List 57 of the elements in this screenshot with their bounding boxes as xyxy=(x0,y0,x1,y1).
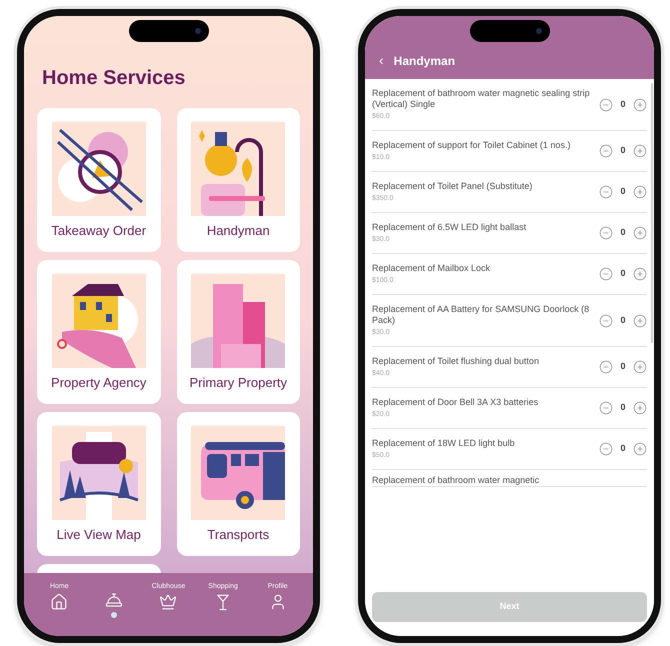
service-label: Primary Property xyxy=(189,376,288,389)
service-label: Handyman xyxy=(206,224,270,237)
quantity-value: 0 xyxy=(620,401,626,414)
screen-title: Handyman xyxy=(394,55,456,67)
increase-button[interactable] xyxy=(633,442,647,456)
service-item-name: Replacement of 18W LED light bulb xyxy=(372,438,516,449)
home-icon xyxy=(50,593,68,611)
crown-icon xyxy=(159,593,178,611)
service-item-name: Replacement of Mailbox Lock xyxy=(372,263,492,274)
quantity-value: 0 xyxy=(620,314,626,327)
increase-button[interactable] xyxy=(633,226,647,240)
increase-button[interactable] xyxy=(633,401,647,415)
camera-icon xyxy=(194,28,200,34)
camera-icon xyxy=(536,28,542,34)
service-item-name: Replacement of support for Toilet Cabinet (1 nos.) xyxy=(372,140,572,151)
quantity-value: 0 xyxy=(620,226,626,240)
quantity-value: 0 xyxy=(620,360,626,374)
service-item-name: Replacement of bathroom water magnetic xyxy=(372,475,540,486)
decrease-button[interactable] xyxy=(599,442,613,456)
decrease-button[interactable] xyxy=(599,185,613,199)
service-label: Live View Map xyxy=(56,528,141,541)
service-label: Transports xyxy=(207,528,270,541)
service-item-name: Replacement of 6.5W LED light ballast xyxy=(372,222,528,233)
back-button[interactable]: ‹ xyxy=(379,53,384,67)
increase-button[interactable] xyxy=(633,314,647,328)
service-label: Property Agency xyxy=(51,376,146,389)
service-card[interactable]: Takeaway Order xyxy=(37,108,160,252)
page-title: Home Services xyxy=(41,68,186,88)
service-item-name: Replacement of bathroom water magnetic sealing strip (Vertical) Single xyxy=(372,88,591,110)
decrease-button[interactable] xyxy=(599,98,613,112)
service-item-name: Replacement of Door Bell 3A X3 batteries xyxy=(372,397,540,408)
service-bell-icon xyxy=(104,591,123,609)
quantity-value: 0 xyxy=(620,98,626,111)
increase-button[interactable] xyxy=(633,185,647,199)
quantity-value: 0 xyxy=(620,442,626,456)
service-item-name: Replacement of Toilet flushing dual button xyxy=(372,356,540,367)
increase-button[interactable] xyxy=(633,144,647,158)
decrease-button[interactable] xyxy=(599,226,613,240)
service-card[interactable]: Transports xyxy=(176,412,300,556)
decrease-button[interactable] xyxy=(599,360,613,374)
service-item-name: Replacement of Toilet Panel (Substitute) xyxy=(372,181,534,192)
quantity-value: 0 xyxy=(620,185,626,198)
service-card[interactable]: Handyman xyxy=(176,108,300,252)
increase-button[interactable] xyxy=(633,360,647,374)
increase-button[interactable] xyxy=(633,267,647,281)
service-item-name: Replacement of AA Battery for SAMSUNG Doorlock (8 Pack) xyxy=(372,304,590,326)
service-card[interactable]: Primary Property xyxy=(176,260,300,404)
service-card[interactable]: Property Agency xyxy=(37,260,160,404)
service-card[interactable]: Live View Map xyxy=(37,412,160,556)
decrease-button[interactable] xyxy=(599,401,613,415)
quantity-value: 0 xyxy=(620,267,626,280)
increase-button[interactable] xyxy=(633,98,647,112)
decrease-button[interactable] xyxy=(599,267,613,281)
service-label: Takeaway Order xyxy=(51,224,146,237)
quantity-value: 0 xyxy=(620,144,626,158)
decrease-button[interactable] xyxy=(599,144,613,158)
decrease-button[interactable] xyxy=(599,314,613,328)
